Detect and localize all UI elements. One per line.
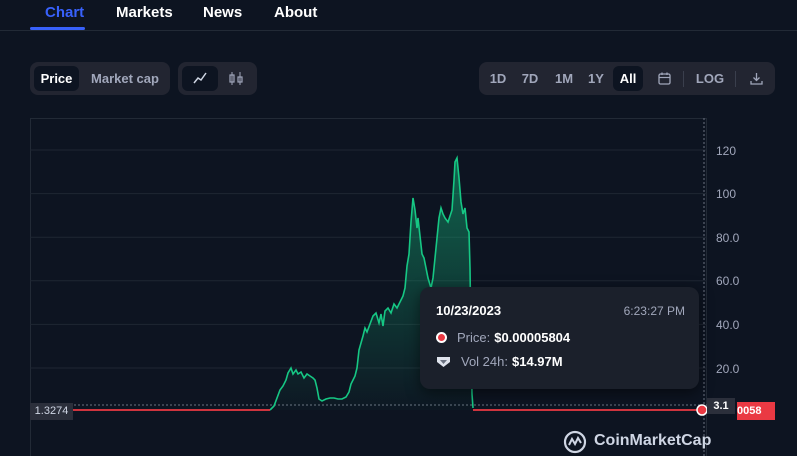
y-axis-tick-label: 60.0 [716,274,740,288]
brand-watermark: CoinMarketCap [594,432,712,449]
chart-tooltip: 10/23/2023 6:23:27 PM Price: $0.00005804 … [420,287,699,389]
tab-markets[interactable]: Markets [116,4,173,21]
line-chart-button[interactable] [182,66,218,91]
price-dot-icon [436,332,447,343]
tooltip-price-row: Price: $0.00005804 [436,330,570,345]
tooltip-volume-value: $14.97M [512,354,563,369]
candlestick-icon [229,72,243,85]
range-1y-button[interactable]: 1Y [581,66,611,91]
range-1m-button[interactable]: 1M [549,66,579,91]
range-7d-button[interactable]: 7D [515,66,545,91]
volume-shield-icon [436,355,451,371]
range-all-button[interactable]: All [613,66,643,91]
tooltip-volume-label: Vol 24h: [461,354,508,369]
y-axis-tick-label: 80.0 [716,231,740,245]
range-1d-button[interactable]: 1D [483,66,513,91]
candlestick-button[interactable] [218,66,254,91]
y-axis-tick-label: 20.0 [716,362,740,376]
tooltip-volume-row: Vol 24h: $14.97M [436,354,563,371]
log-scale-button[interactable]: LOG [691,66,729,91]
toolbar-divider [735,71,736,87]
tooltip-date: 10/23/2023 [436,303,502,318]
chart-type-toggle [178,62,257,95]
calendar-icon [657,72,671,85]
y-axis-tick-label: 120 [716,144,737,158]
download-button[interactable] [741,66,771,91]
tab-chart[interactable]: Chart [45,4,84,21]
y-axis-tick-label: 40.0 [716,318,740,332]
volume-axis-badge: 3.1 [707,398,735,414]
tooltip-price-label: Price: [457,330,491,345]
download-icon [749,73,763,85]
price-toggle-button[interactable]: Price [34,66,79,91]
active-tab-indicator [30,27,85,30]
line-chart-icon [193,72,207,84]
crosshair-left-value-badge: 1.3274 [30,403,73,420]
metric-toggle: Price Market cap [30,62,170,95]
coinmarketcap-logo-icon [563,430,587,454]
tooltip-price-value: $0.00005804 [494,330,571,345]
top-nav: Chart Markets News About [0,0,797,31]
y-axis-tick-label: 100 [716,187,737,201]
calendar-button[interactable] [649,66,679,91]
hover-point-marker [696,404,707,416]
market-cap-toggle-button[interactable]: Market cap [85,66,165,91]
current-price-badge: 0058 [737,402,775,420]
tab-news[interactable]: News [203,4,242,21]
range-selector: 1D 7D 1M 1Y All LOG [479,62,775,95]
tooltip-time: 6:23:27 PM [623,304,685,318]
tab-about[interactable]: About [274,4,317,21]
toolbar-divider [683,71,684,87]
